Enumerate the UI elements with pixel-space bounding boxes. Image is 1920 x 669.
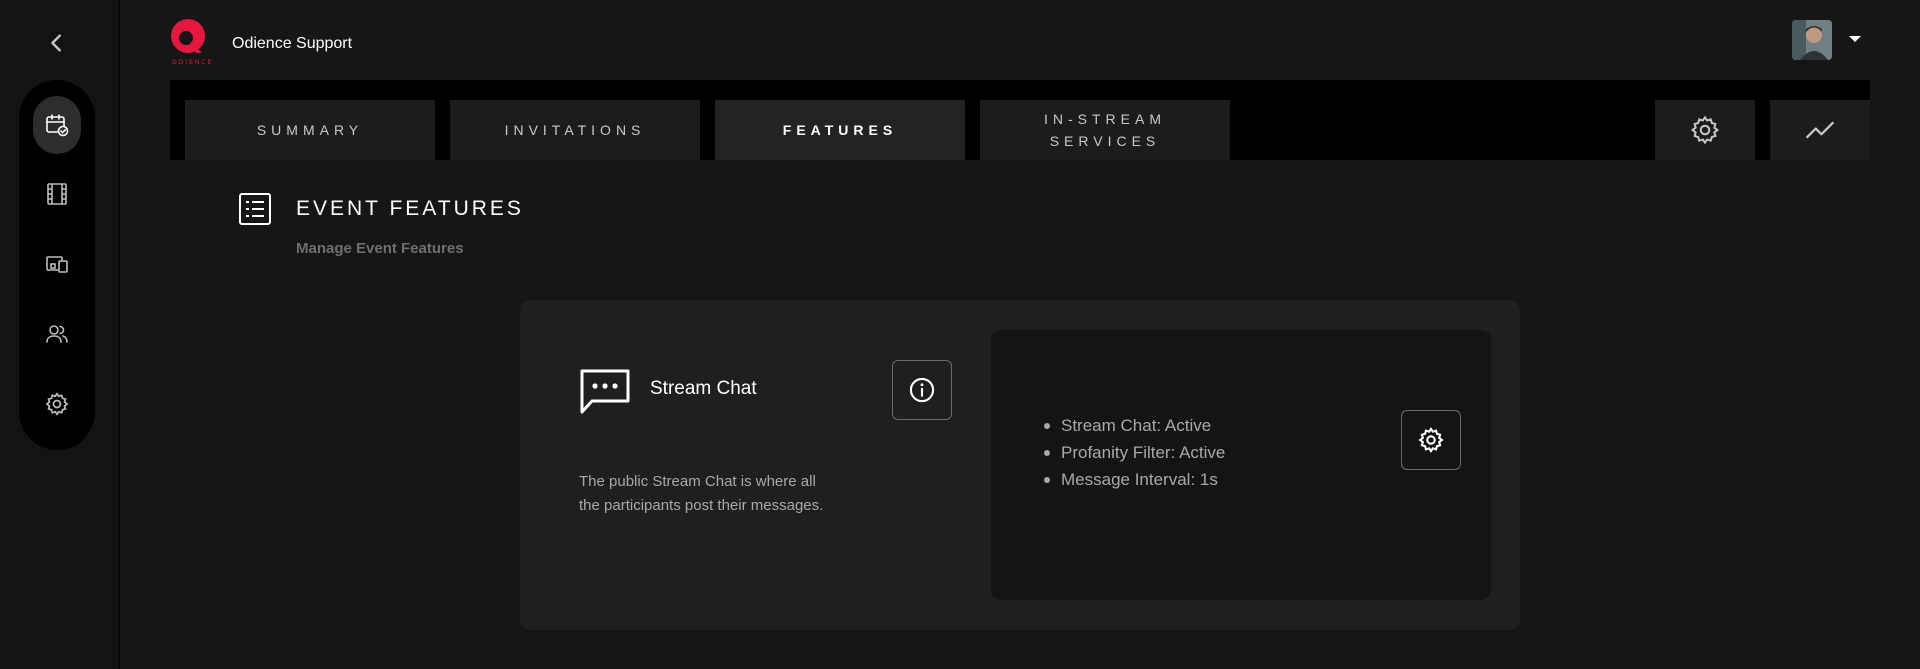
svg-text:ODIENCE: ODIENCE	[172, 59, 212, 65]
event-settings-button[interactable]	[1655, 100, 1755, 160]
tab-features-label: FEATURES	[782, 122, 898, 138]
odience-logo: ODIENCE	[168, 17, 212, 66]
feature-settings-button[interactable]	[1401, 410, 1461, 470]
tab-summary[interactable]: SUMMARY	[185, 100, 435, 160]
gear-icon	[1418, 427, 1444, 453]
users-icon	[46, 325, 68, 343]
trend-line-icon	[1806, 121, 1834, 139]
analytics-button[interactable]	[1770, 100, 1870, 160]
tab-features[interactable]: FEATURES	[715, 100, 965, 160]
tabs-bar: SUMMARY INVITATIONS FEATURES IN-STREAM S…	[170, 80, 1870, 160]
left-rail	[0, 0, 120, 669]
tab-in-stream-label-2: SERVICES	[1049, 133, 1161, 149]
status-item: Profanity Filter: Active	[1041, 439, 1225, 466]
sidebar-item-users[interactable]	[33, 310, 81, 358]
avatar[interactable]	[1792, 20, 1832, 60]
devices-icon	[46, 256, 68, 273]
calendar-check-icon	[46, 114, 69, 137]
status-item: Stream Chat: Active	[1041, 412, 1225, 439]
film-icon	[47, 183, 67, 205]
gear-icon	[1690, 115, 1720, 145]
top-header: ODIENCE Odience Support	[122, 0, 1920, 80]
sidebar-item-settings[interactable]	[33, 380, 81, 428]
rail-nav	[19, 80, 95, 450]
sidebar-item-events[interactable]	[33, 96, 81, 154]
tab-in-stream-services[interactable]: IN-STREAM SERVICES	[980, 100, 1230, 160]
info-icon	[909, 377, 935, 403]
page-title: EVENT FEATURES	[296, 197, 524, 220]
info-button[interactable]	[892, 360, 952, 420]
brand-title: Odience Support	[232, 35, 353, 52]
feature-card-stream-chat: Stream Chat The public Stream Chat is wh…	[520, 300, 1520, 630]
tab-invitations-label: INVITATIONS	[504, 122, 646, 138]
app-root: ODIENCE Odience Support SUMMARY INVITATI…	[0, 0, 1920, 669]
caret-down-icon[interactable]	[1846, 30, 1864, 48]
feature-status-panel: Stream Chat: Active Profanity Filter: Ac…	[991, 330, 1491, 600]
tab-summary-label: SUMMARY	[256, 122, 364, 138]
feature-description: The public Stream Chat is where all the …	[579, 473, 824, 514]
list-icon	[238, 192, 272, 226]
feature-name: Stream Chat	[650, 378, 757, 399]
chevron-left-icon	[51, 34, 61, 52]
tab-in-stream-label-1: IN-STREAM	[1044, 111, 1166, 127]
tab-invitations[interactable]: INVITATIONS	[450, 100, 700, 160]
chat-bubble-icon	[579, 368, 631, 416]
status-list: Stream Chat: Active Profanity Filter: Ac…	[1041, 412, 1225, 493]
sidebar-item-devices[interactable]	[33, 240, 81, 288]
page-subtitle: Manage Event Features	[296, 240, 464, 257]
status-item: Message Interval: 1s	[1041, 466, 1225, 493]
sidebar-item-media[interactable]	[33, 170, 81, 218]
back-button[interactable]	[40, 26, 74, 60]
gear-icon	[45, 392, 69, 416]
